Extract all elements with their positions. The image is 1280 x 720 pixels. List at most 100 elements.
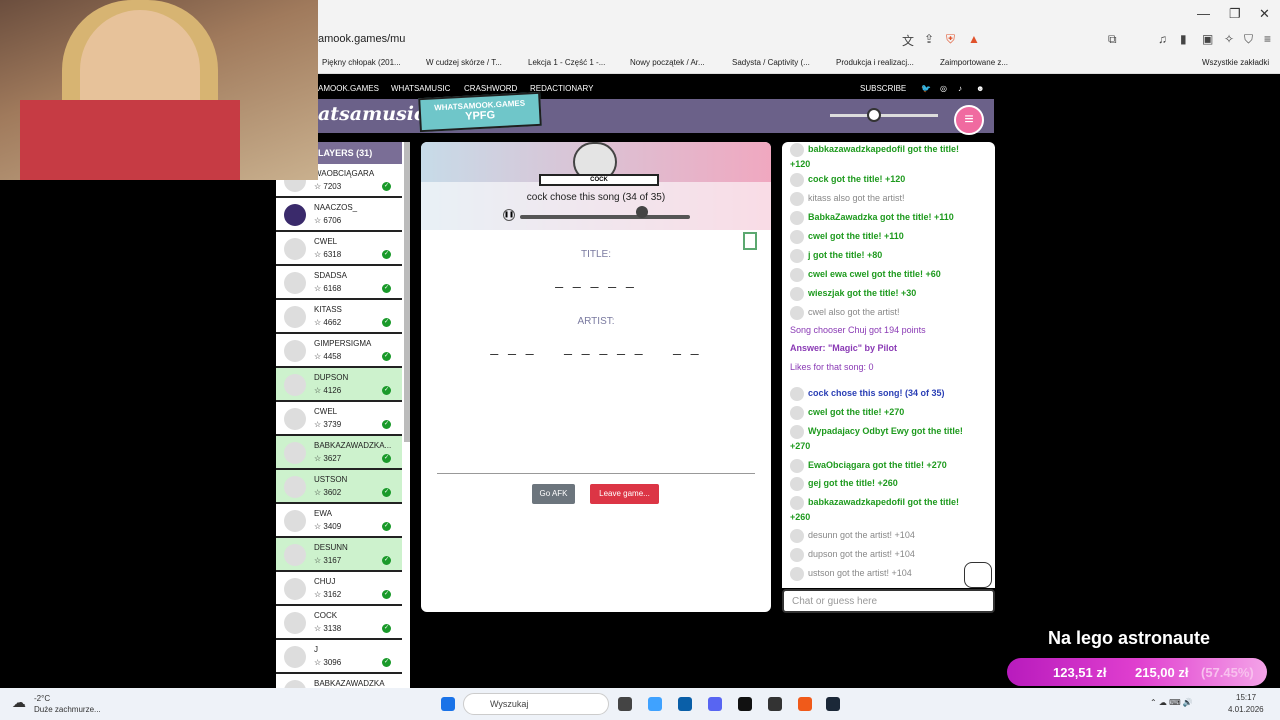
player-score: ☆ 3167 [314, 556, 342, 565]
bookmark[interactable]: Produkcja i realizacj... [836, 58, 914, 67]
app-icon[interactable] [738, 697, 752, 711]
bookmark[interactable]: Sadysta / Captivity (... [732, 58, 810, 67]
player-score: ☆ 3162 [314, 590, 342, 599]
close-button[interactable]: ✕ [1259, 6, 1270, 22]
player-row[interactable]: CWEL ☆ 6318 ✓ [276, 232, 402, 266]
music-icon[interactable]: ♫ [1158, 32, 1167, 46]
player-score: ☆ 3602 [314, 488, 342, 497]
taskview-icon[interactable] [618, 697, 632, 711]
extensions-icon[interactable]: ⧉ [1108, 32, 1117, 47]
player-row[interactable]: SDADSA ☆ 6168 ✓ [276, 266, 402, 300]
tiktok-icon[interactable]: ♪ [958, 84, 962, 93]
instagram-icon[interactable]: ◎ [940, 84, 947, 93]
player-row[interactable]: BABKAZAWADZKA☆ [276, 674, 402, 688]
address-bar[interactable]: amook.games/mu 文 ⇪ ⛨ ▲ ⧉ ♫ ▮ ▣ ✧ ⛉ ≡ [318, 28, 1280, 52]
store-icon[interactable] [678, 697, 692, 711]
bookmark[interactable]: Piękny chłopak (201... [322, 58, 401, 67]
bookmark[interactable]: Nowy początek / Ar... [630, 58, 705, 67]
minimize-button[interactable]: — [1197, 6, 1210, 21]
avatar [284, 646, 306, 668]
translate-icon[interactable]: 文 [902, 32, 914, 49]
avatar [284, 578, 306, 600]
player-row[interactable]: CHUJ ☆ 3162 ✓ [276, 572, 402, 606]
copilot-icon[interactable] [648, 697, 662, 711]
hamburger-menu-icon[interactable]: ≡ [954, 105, 984, 135]
player-row[interactable]: CWEL ☆ 3739 ✓ [276, 402, 402, 436]
avatar [284, 544, 306, 566]
ai-icon[interactable]: ✧ [1224, 32, 1234, 46]
tray-icons[interactable]: ⌃ ☁ ⌨ 🔊 [1150, 698, 1193, 707]
bookmark[interactable]: W cudzej skórze / T... [426, 58, 502, 67]
vpn-icon[interactable]: ⛉ [1244, 32, 1253, 47]
chat-message: cwel got the title! +110 [790, 229, 980, 244]
avatar [790, 286, 804, 301]
site-logo[interactable]: atsamusic [318, 103, 426, 125]
player-score: ☆ 6706 [314, 216, 342, 225]
nav-link[interactable]: WHATSAMUSIC [391, 84, 450, 93]
nav-link[interactable]: AMOOK.GAMES [318, 84, 379, 93]
url-text[interactable]: amook.games/mu [318, 33, 405, 45]
weather-icon[interactable]: ☁ [12, 694, 26, 711]
player-name: CHUJ [314, 577, 336, 586]
player-name: KITASS [314, 305, 342, 314]
brave-shield-icon[interactable]: ⛨ [946, 32, 955, 47]
chat-text: kitass also got the artist! [808, 193, 905, 203]
go-afk-button[interactable]: Go AFK [532, 484, 575, 504]
chat-text: BabkaZawadzka got the title! +110 [808, 212, 954, 222]
chat-text: desunn got the artist! +104 [808, 530, 915, 540]
brave-icon[interactable] [798, 697, 812, 711]
obs-icon[interactable] [768, 697, 782, 711]
chat-text: babkazawadzkapedofil got the title! +120 [790, 144, 960, 169]
nav-link[interactable]: CRASHWORD [464, 84, 517, 93]
player-row[interactable]: COCK ☆ 3138 ✓ [276, 606, 402, 640]
player-row[interactable]: NAACZOS_ ☆ 6706 [276, 198, 402, 232]
discord-icon[interactable]: ☻ [976, 84, 984, 93]
divider [437, 473, 755, 474]
check-icon: ✓ [382, 386, 391, 395]
wallet-icon[interactable]: ▣ [1202, 32, 1213, 46]
pause-icon[interactable]: ❚❚ [503, 209, 515, 221]
artist-blanks: _ _ _ _ _ _ _ _ _ _ [490, 339, 702, 355]
chat-message: Answer: "Magic" by Pilot [790, 341, 980, 356]
steam-icon[interactable] [826, 697, 840, 711]
player-row[interactable]: DESUNN ☆ 3167 ✓ [276, 538, 402, 572]
maximize-button[interactable]: ❐ [1229, 6, 1241, 22]
volume-slider[interactable] [830, 114, 938, 117]
bookmark[interactable]: Lekcja 1 - Część 1 -... [528, 58, 605, 67]
bookmark-folder[interactable]: Zaimportowane z... [940, 58, 1008, 67]
player-row[interactable]: EWA ☆ 3409 ✓ [276, 504, 402, 538]
player-row[interactable]: USTSON ☆ 3602 ✓ [276, 470, 402, 504]
menu-icon[interactable]: ≡ [1264, 32, 1271, 46]
chat-text: babkazawadzkapedofil got the title! +260 [790, 497, 960, 522]
clock-time: 15:17 [1236, 693, 1257, 702]
check-icon: ✓ [382, 624, 391, 633]
all-bookmarks[interactable]: Wszystkie zakładki [1202, 58, 1269, 67]
sidebar-icon[interactable]: ▮ [1180, 32, 1187, 46]
chat-text: ustson got the artist! +104 [808, 568, 912, 578]
chat-text: EwaObciągara got the title! +270 [808, 460, 947, 470]
bookmark-icon[interactable] [743, 232, 757, 250]
player-name: EWA [314, 509, 332, 518]
chat-text: Wypadajacy Odbyt Ewy got the title! +270 [790, 426, 963, 451]
rewards-icon[interactable]: ▲ [968, 32, 980, 46]
leave-game-button[interactable]: Leave game... [590, 484, 659, 504]
player-score: ☆ 3627 [314, 454, 342, 463]
like-button[interactable] [964, 562, 992, 588]
volume-knob[interactable] [867, 108, 881, 122]
player-row[interactable]: DUPSON ☆ 4126 ✓ [276, 368, 402, 402]
check-icon: ✓ [382, 454, 391, 463]
start-icon[interactable] [441, 697, 455, 711]
taskbar-search[interactable]: Wyszukaj [463, 693, 609, 715]
chat-input[interactable]: Chat or guess here [782, 589, 995, 613]
discord-icon[interactable] [708, 697, 722, 711]
player-row[interactable]: BABKAZAWADZKA... ☆ 3627 ✓ [276, 436, 402, 470]
chat-message: cwel ewa cwel got the title! +60 [790, 267, 980, 282]
chat-message: gej got the title! +260 [790, 476, 980, 491]
player-row[interactable]: KITASS ☆ 4662 ✓ [276, 300, 402, 334]
share-icon[interactable]: ⇪ [924, 32, 934, 46]
player-row[interactable]: J ☆ 3096 ✓ [276, 640, 402, 674]
twitter-icon[interactable]: 🐦 [921, 84, 931, 93]
players-scrollbar[interactable] [404, 142, 410, 442]
player-row[interactable]: GIMPERSIGMA ☆ 4458 ✓ [276, 334, 402, 368]
subscribe-link[interactable]: SUBSCRIBE [860, 84, 906, 93]
